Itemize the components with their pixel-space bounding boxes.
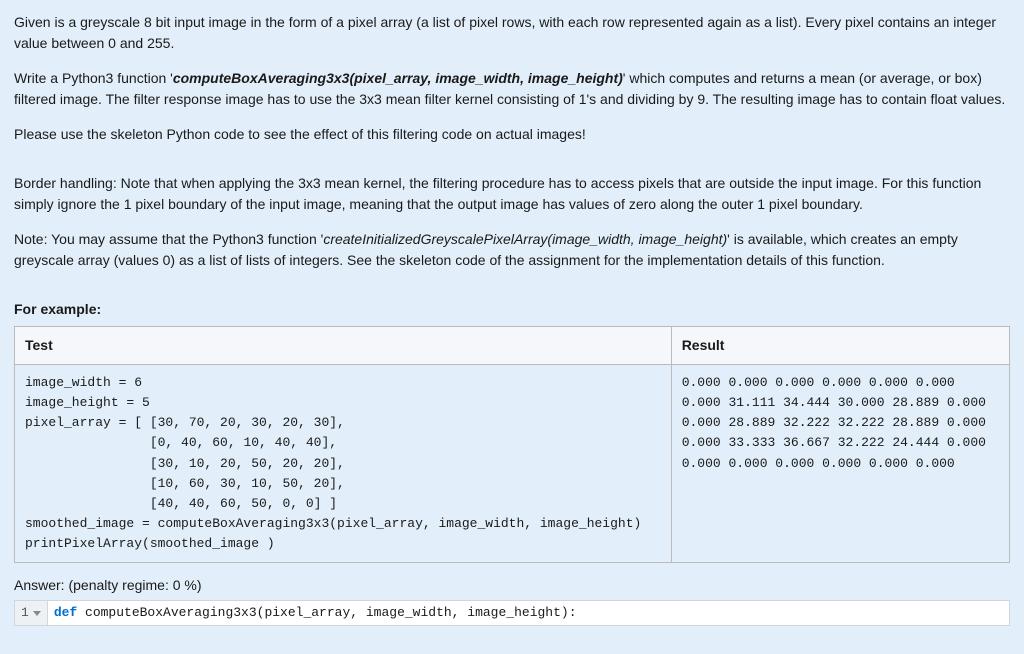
line-number: 1 bbox=[21, 603, 29, 623]
test-cell: image_width = 6 image_height = 5 pixel_a… bbox=[15, 365, 672, 563]
example-table: Test Result image_width = 6 image_height… bbox=[14, 326, 1010, 563]
border-handling-paragraph: Border handling: Note that when applying… bbox=[14, 173, 1010, 215]
intro-paragraph-3: Please use the skeleton Python code to s… bbox=[14, 124, 1010, 145]
function-signature: computeBoxAveraging3x3(pixel_array, imag… bbox=[173, 70, 623, 86]
header-test: Test bbox=[15, 327, 672, 365]
code-editor[interactable]: 1 def computeBoxAveraging3x3(pixel_array… bbox=[14, 600, 1010, 626]
intro-paragraph-1: Given is a greyscale 8 bit input image i… bbox=[14, 12, 1010, 54]
intro-p2-before: Write a Python3 function ' bbox=[14, 70, 173, 86]
code-line[interactable]: def computeBoxAveraging3x3(pixel_array, … bbox=[48, 600, 1010, 626]
answer-label: Answer: (penalty regime: 0 %) bbox=[14, 575, 1010, 596]
result-text: 0.000 0.000 0.000 0.000 0.000 0.000 0.00… bbox=[682, 373, 999, 474]
penalty-regime: (penalty regime: 0 %) bbox=[68, 577, 201, 593]
code-gutter[interactable]: 1 bbox=[14, 600, 48, 626]
note-before: Note: You may assume that the Python3 fu… bbox=[14, 231, 323, 247]
result-cell: 0.000 0.000 0.000 0.000 0.000 0.000 0.00… bbox=[671, 365, 1009, 563]
header-result: Result bbox=[671, 327, 1009, 365]
note-paragraph: Note: You may assume that the Python3 fu… bbox=[14, 229, 1010, 271]
example-label: For example: bbox=[14, 299, 1010, 320]
table-row: image_width = 6 image_height = 5 pixel_a… bbox=[15, 365, 1010, 563]
table-header-row: Test Result bbox=[15, 327, 1010, 365]
keyword-def: def bbox=[54, 605, 77, 620]
code-rest: computeBoxAveraging3x3(pixel_array, imag… bbox=[77, 605, 576, 620]
fold-icon[interactable] bbox=[33, 611, 41, 616]
answer-label-text: Answer: bbox=[14, 577, 68, 593]
helper-function-name: createInitializedGreyscalePixelArray(ima… bbox=[323, 231, 727, 247]
test-code: image_width = 6 image_height = 5 pixel_a… bbox=[25, 373, 661, 554]
intro-paragraph-2: Write a Python3 function 'computeBoxAver… bbox=[14, 68, 1010, 110]
